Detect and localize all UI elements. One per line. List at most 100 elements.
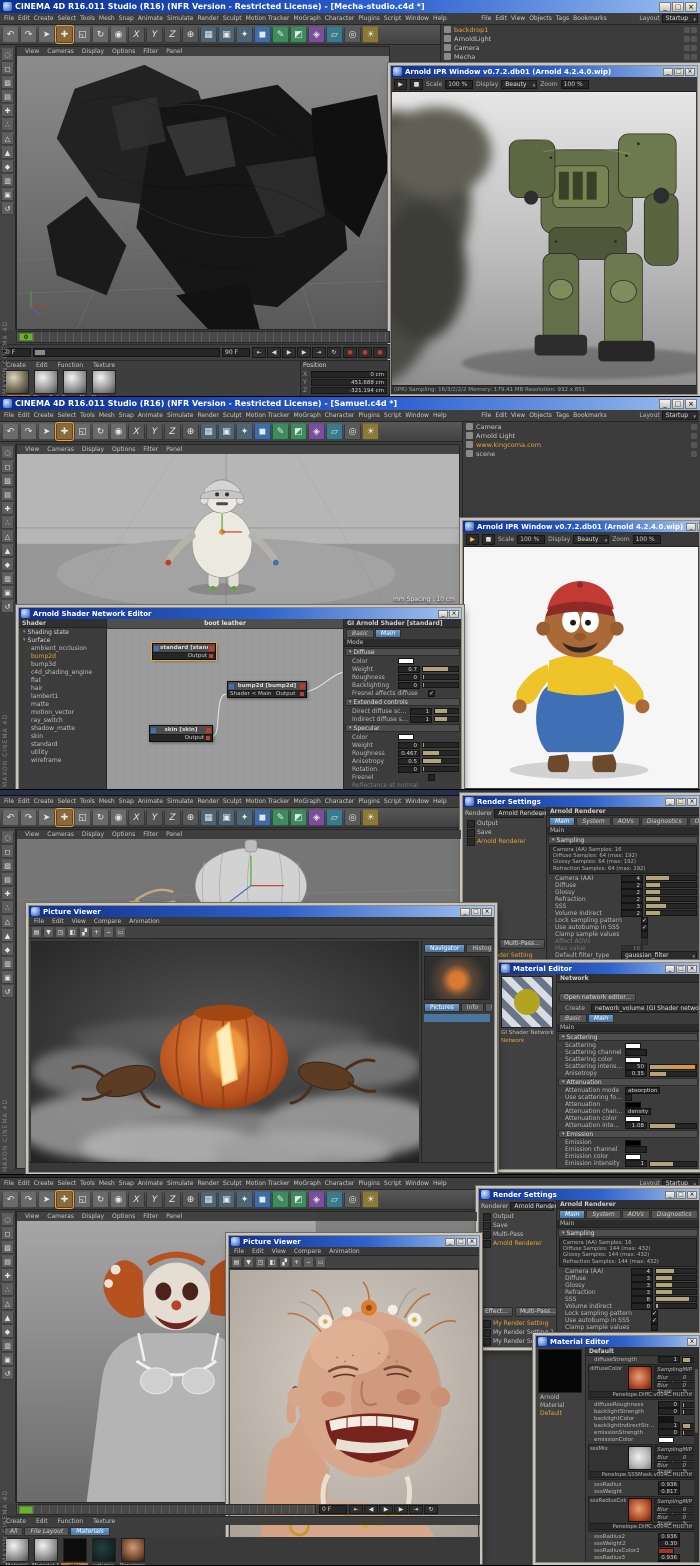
- Arnold Light[interactable]: Arnold Light: [463, 431, 700, 440]
- move-icon[interactable]: ✚: [56, 1191, 73, 1208]
- object-manager-menu-item[interactable]: File: [479, 15, 493, 22]
- model-mode-icon[interactable]: ◻: [1, 62, 14, 75]
- slider[interactable]: [422, 750, 459, 756]
- parameter-row[interactable]: Emission color: [557, 1153, 699, 1160]
- Override[interactable]: Override: [689, 817, 699, 826]
- coordinate-row[interactable]: X 0 cm: [303, 370, 387, 378]
- x-axis-lock-icon[interactable]: X: [128, 809, 145, 826]
- renderer-select[interactable]: Arnold Renderer: [494, 809, 544, 818]
- parameter-row[interactable]: Weight 0: [344, 741, 461, 749]
- menu-item[interactable]: Character: [323, 798, 357, 805]
- close-button[interactable]: ×: [697, 523, 699, 531]
- parameter-row[interactable]: Scattering intensity 50: [557, 1063, 699, 1070]
- menu-item[interactable]: Help: [431, 412, 449, 419]
- previous-frame-button[interactable]: ◀: [364, 1505, 378, 1514]
- light-icon[interactable]: ☀: [362, 809, 379, 826]
- parameter-row[interactable]: diffuseRoughness 0: [586, 1401, 699, 1408]
- System[interactable]: System: [586, 1210, 620, 1219]
- pv-save-icon[interactable]: ▼: [43, 927, 54, 938]
- viewport-menu-item[interactable]: Options: [108, 48, 139, 55]
- render-settings-icon[interactable]: ✦: [236, 809, 253, 826]
- workplane-icon[interactable]: ▤: [1, 488, 14, 501]
- parameter-row[interactable]: Attenuation intensity 1.08: [557, 1122, 699, 1129]
- minimize-button[interactable]: _: [438, 610, 448, 618]
- loop-button[interactable]: ↻: [424, 1505, 438, 1514]
- points-mode-icon[interactable]: ∴: [1, 516, 14, 529]
- section-sampling[interactable]: Sampling: [558, 1168, 698, 1169]
- minimize-button[interactable]: _: [663, 68, 673, 76]
- z-axis-lock-icon[interactable]: Z: [164, 423, 181, 440]
- menu-item[interactable]: Snap: [117, 412, 136, 419]
- sampling-checkbox-row[interactable]: Use autobump in SSS: [557, 1317, 699, 1324]
- menu-item[interactable]: Character: [323, 15, 357, 22]
- material-tab[interactable]: boot leather: [107, 619, 343, 629]
- coordinate-system-icon[interactable]: ⊕: [182, 809, 199, 826]
- checkbox[interactable]: [651, 1310, 658, 1317]
- scale-value[interactable]: 100 %: [445, 80, 473, 89]
- polygons-mode-icon[interactable]: ▲: [1, 544, 14, 557]
- material-menu-item[interactable]: Texture: [91, 1518, 117, 1525]
- pv-open-icon[interactable]: ▤: [231, 1257, 242, 1268]
- edges-mode-icon[interactable]: △: [1, 132, 14, 145]
- parameter-row[interactable]: sssRadius3 0.936: [586, 1554, 699, 1561]
- primitive-cube-icon[interactable]: ◼: [254, 423, 271, 440]
- pv-menu-item[interactable]: Edit: [50, 918, 66, 925]
- sampling-slider-row[interactable]: SSS 3: [547, 903, 699, 910]
- texture-thumbnail[interactable]: [628, 1366, 652, 1390]
- deformers-icon[interactable]: ◈: [308, 26, 325, 43]
- pv-fit-icon[interactable]: ▭: [115, 927, 126, 938]
- object-manager-menu-item[interactable]: Tags: [554, 15, 571, 22]
- filter-width-row[interactable]: Default filter_width2: [547, 960, 699, 961]
- render-settings-window[interactable]: Render Settings _ □ × Renderer Arnold Re…: [462, 795, 700, 962]
- AOVs[interactable]: AOVs: [612, 817, 640, 826]
- redo-icon[interactable]: ↷: [20, 423, 37, 440]
- maximize-button[interactable]: □: [676, 798, 686, 806]
- menu-item[interactable]: Script: [382, 15, 403, 22]
- texture-filename[interactable]: Penelope.DiffC.v004C.HUD.tif: [590, 1391, 695, 1398]
- parameter-row[interactable]: backlightStrength 0: [586, 1408, 699, 1415]
- mode-strip[interactable]: Mode: [344, 639, 461, 647]
- ipr-title-bar[interactable]: Arnold IPR Window v0.7.2.db01 (Arnold 4.…: [463, 521, 699, 532]
- y-axis-lock-icon[interactable]: Y: [146, 809, 163, 826]
- minimize-button[interactable]: _: [686, 523, 696, 531]
- pv-menu-item[interactable]: Compare: [92, 918, 123, 925]
- AOVs[interactable]: AOVs: [622, 1210, 650, 1219]
- deformers-icon[interactable]: ◈: [308, 809, 325, 826]
- maximize-button[interactable]: □: [676, 1191, 686, 1199]
- x-axis-lock-icon[interactable]: X: [128, 26, 145, 43]
- object-axis-icon[interactable]: ✚: [1, 502, 14, 515]
- parameter-row[interactable]: Attenuation color: [557, 1115, 699, 1122]
- coordinate-row[interactable]: Z -321.194 cm: [303, 386, 387, 394]
- menu-item[interactable]: Animate: [136, 15, 165, 22]
- filter-type-row[interactable]: Default filter_type gaussian_filter: [547, 952, 699, 960]
- material-editor-window[interactable]: Material Editor _ □ × GI Shader Network …: [498, 962, 700, 1170]
- sne-title-bar[interactable]: Arnold Shader Network Editor _ ×: [19, 608, 461, 619]
- layout-select[interactable]: Startup: [662, 14, 698, 23]
- menu-item[interactable]: Help: [431, 15, 449, 22]
- rs-title-bar[interactable]: Render Settings _ □ ×: [479, 1189, 699, 1200]
- ipr-title-bar[interactable]: Arnold IPR Window v0.7.2.db01 (Arnold 4.…: [391, 66, 697, 77]
- material-menu-item[interactable]: Function: [56, 362, 86, 369]
- parameter-row[interactable]: sssWeight2 0.30: [586, 1540, 699, 1547]
- spline-pen-icon[interactable]: ✎: [272, 423, 289, 440]
- pv-open-icon[interactable]: ▤: [31, 927, 42, 938]
- menu-item[interactable]: Mesh: [97, 798, 117, 805]
- texture-mode-icon[interactable]: ▨: [1, 1241, 14, 1254]
- object-manager-menu-item[interactable]: Edit: [493, 15, 509, 22]
- spline-pen-icon[interactable]: ✎: [272, 809, 289, 826]
- close-button[interactable]: ×: [687, 798, 697, 806]
- slider[interactable]: [649, 1123, 697, 1129]
- object-manager-menu-item[interactable]: Objects: [527, 412, 554, 419]
- rotate-icon[interactable]: ↻: [92, 1191, 109, 1208]
- render-settings-window[interactable]: Render Settings _ □ × Renderer Arnold Re…: [478, 1188, 700, 1348]
- pv-menu-item[interactable]: Animation: [327, 1248, 362, 1255]
- x-axis-lock-icon[interactable]: X: [128, 1191, 145, 1208]
- Penelope[interactable]: Penelope: [119, 1538, 146, 1565]
- menu-item[interactable]: Create: [32, 15, 56, 22]
- viewport-3d[interactable]: ViewCamerasDisplayOptionsFilterPanel: [16, 46, 390, 330]
- sss-mix-texture[interactable]: sssMix SamplingMIP Blur Offset0 % Blur S…: [588, 1444, 697, 1480]
- viewport-menu-item[interactable]: Panel: [162, 831, 186, 838]
- info-tab[interactable]: Info: [461, 1003, 484, 1012]
- viewport-filter-icon[interactable]: ▥: [1, 572, 14, 585]
- Main[interactable]: Main: [375, 629, 401, 638]
